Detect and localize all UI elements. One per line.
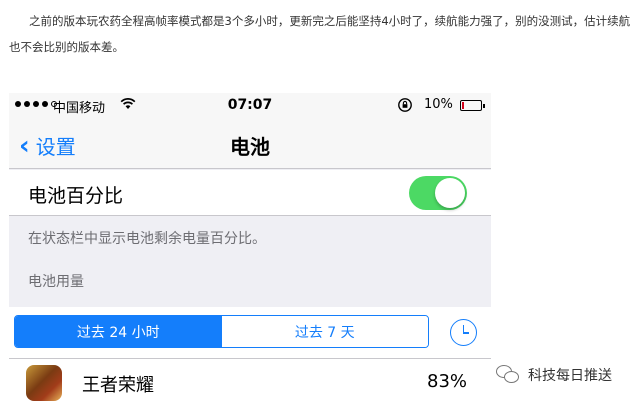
app-usage-percent: 83%: [427, 371, 468, 392]
segment-last-24-hours[interactable]: 过去 24 小时: [15, 316, 222, 347]
article-paragraph: 之前的版本玩农药全程高帧率模式都是3个多小时，更新完之后能坚持4小时了，续航能力…: [9, 14, 631, 54]
usage-section-header: 电池用量: [28, 274, 84, 290]
wechat-icon: [496, 365, 522, 385]
app-name: 王者荣耀: [82, 375, 154, 396]
toggle-knob: [435, 178, 465, 208]
status-bar: 中国移动 07:07 10%: [9, 93, 491, 117]
usage-period-segmented-control: 过去 24 小时 过去 7 天: [14, 315, 429, 348]
battery-percent-text: 10%: [424, 97, 453, 112]
battery-level-fill: [462, 102, 464, 109]
usage-period-area: 过去 24 小时 过去 7 天: [9, 307, 491, 359]
watermark-text: 科技每日推送: [528, 368, 612, 384]
clock-icon[interactable]: [450, 319, 477, 346]
rotation-lock-icon: [397, 97, 413, 117]
segment-last-7-days[interactable]: 过去 7 天: [221, 316, 428, 347]
ios-screenshot: 中国移动 07:07 10% ‹ 设置 电池 电池百分比 在状态栏中显示电池剩余…: [9, 93, 491, 404]
battery-icon: [460, 100, 485, 111]
battery-percentage-footer: 在状态栏中显示电池剩余电量百分比。: [28, 231, 266, 247]
page-title: 电池: [230, 135, 270, 159]
app-icon: [26, 365, 62, 401]
watermark: 科技每日推送: [496, 365, 612, 385]
battery-percentage-label: 电池百分比: [28, 185, 124, 207]
navigation-bar: ‹ 设置 电池: [9, 117, 491, 169]
status-time: 07:07: [227, 97, 273, 113]
app-usage-row[interactable]: 王者荣耀 83%: [9, 359, 491, 404]
battery-percentage-row: 电池百分比: [9, 170, 491, 216]
battery-percentage-toggle[interactable]: [409, 176, 467, 210]
